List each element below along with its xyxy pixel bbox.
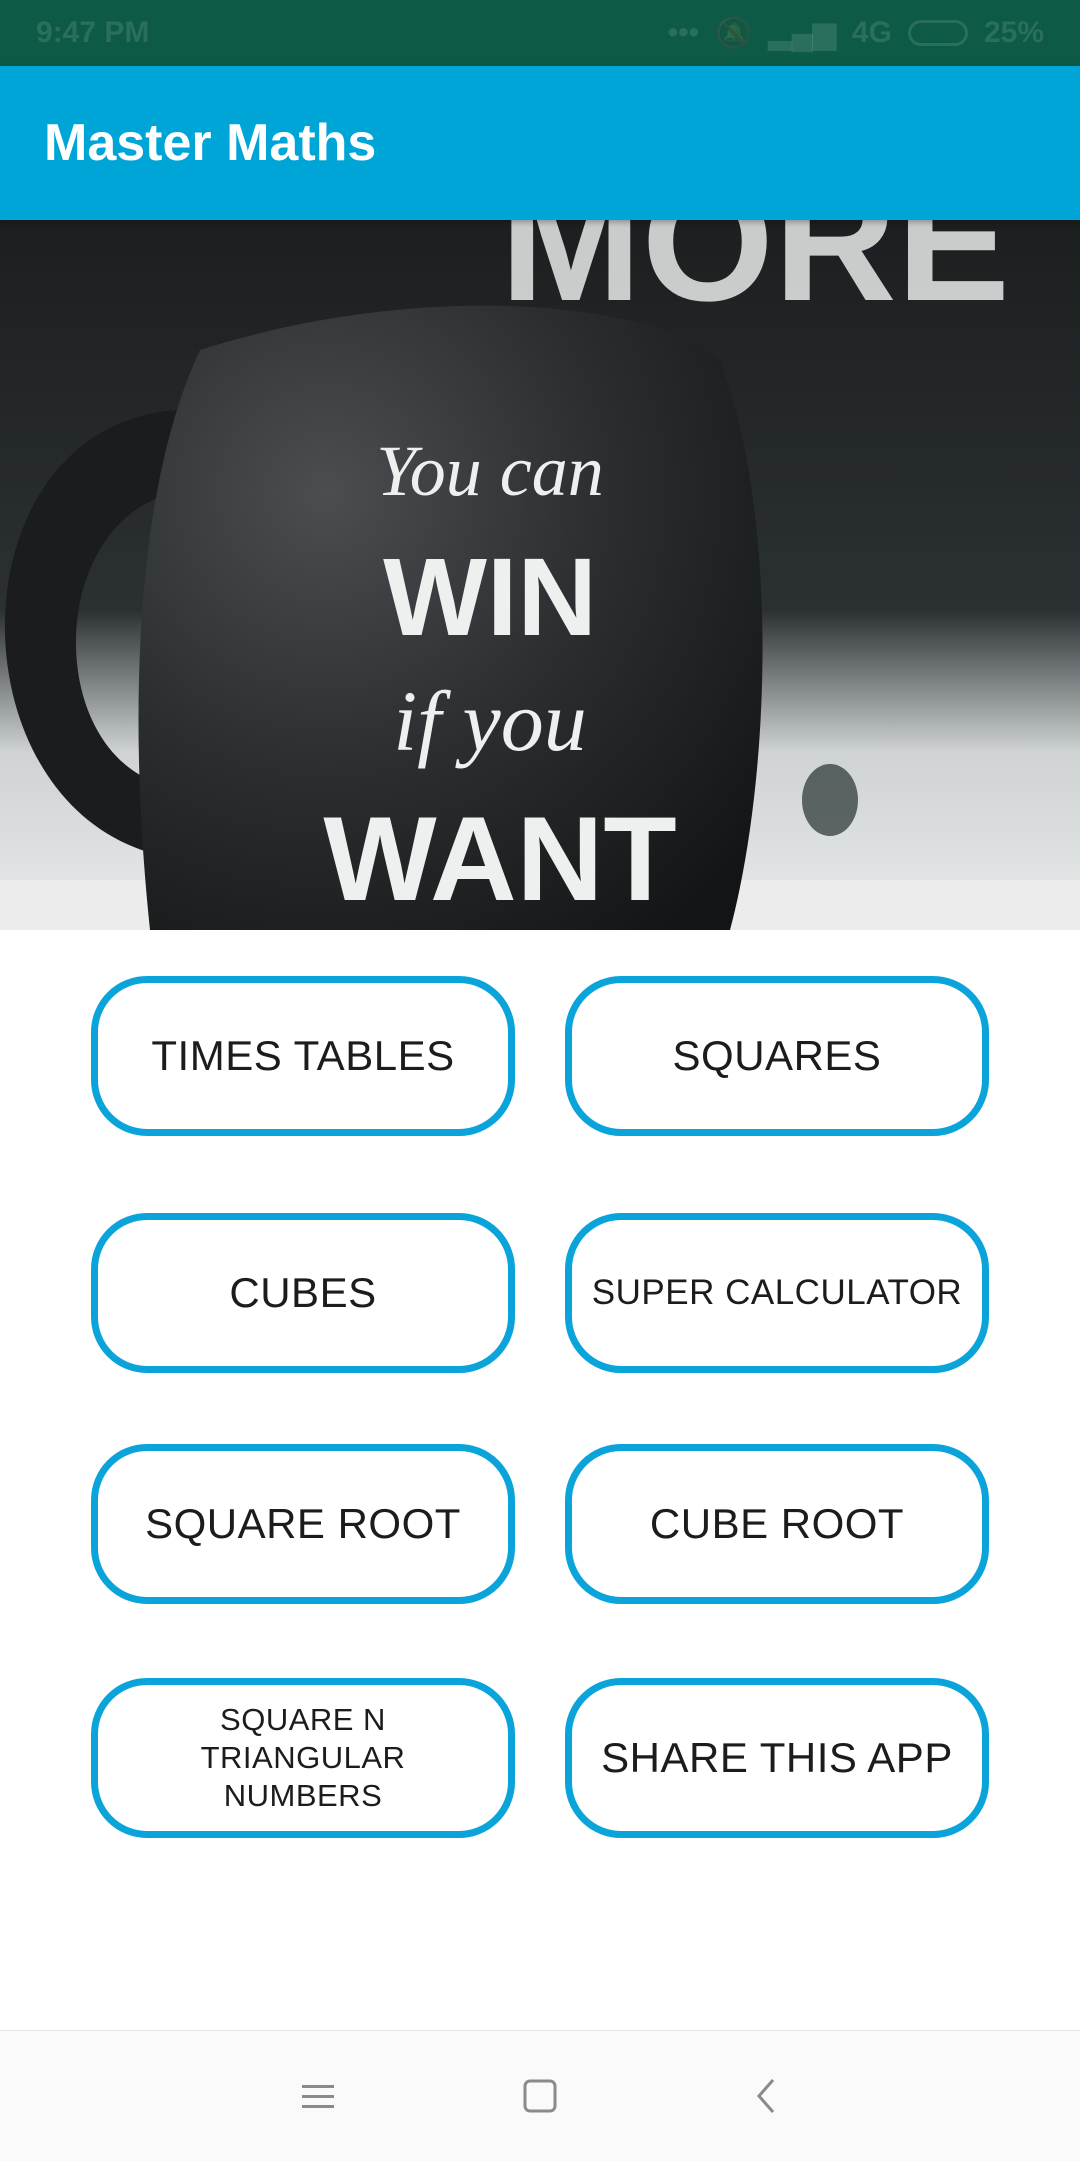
status-time: 9:47 PM [36, 16, 150, 49]
status-bar: 9:47 PM ••• 🔕 ▂▄▆ 4G 25% [0, 0, 1080, 66]
back-icon[interactable] [726, 2061, 806, 2131]
hero-text-line-1: You can [376, 431, 603, 511]
signal-icon: ▂▄▆ [768, 16, 836, 50]
app-bar: Master Maths [0, 66, 1080, 220]
navigation-bar [0, 2030, 1080, 2161]
hero-text-line-3: if you [393, 673, 586, 769]
square-root-button[interactable]: SQUARE ROOT [91, 1444, 515, 1604]
menu-icon[interactable] [278, 2061, 358, 2131]
super-calculator-button[interactable]: SUPER CALCULATOR [565, 1213, 989, 1373]
hero-text-line-2: WIN [383, 536, 597, 659]
share-this-app-button[interactable]: SHARE THIS APP [565, 1678, 989, 1838]
status-icons: ••• 🔕 ▂▄▆ 4G 25% [668, 16, 1044, 51]
squares-button[interactable]: SQUARES [565, 976, 989, 1136]
cubes-button[interactable]: CUBES [91, 1213, 515, 1373]
home-icon[interactable] [500, 2061, 580, 2131]
cube-root-button[interactable]: CUBE ROOT [565, 1444, 989, 1604]
mute-icon: 🔕 [715, 16, 753, 50]
times-tables-button[interactable]: TIMES TABLES [91, 976, 515, 1136]
dots-icon: ••• [667, 16, 700, 49]
app-title: Master Maths [44, 114, 377, 172]
network-label: 4G [851, 16, 892, 49]
square-n-triangular-numbers-button[interactable]: SQUARE N TRIANGULAR NUMBERS [91, 1678, 515, 1838]
battery-label: 25% [983, 16, 1044, 49]
battery-icon [907, 20, 968, 46]
hero-image: MORE You can WIN if you WANT [0, 220, 1080, 930]
hero-text-line-4: WANT [323, 792, 676, 926]
